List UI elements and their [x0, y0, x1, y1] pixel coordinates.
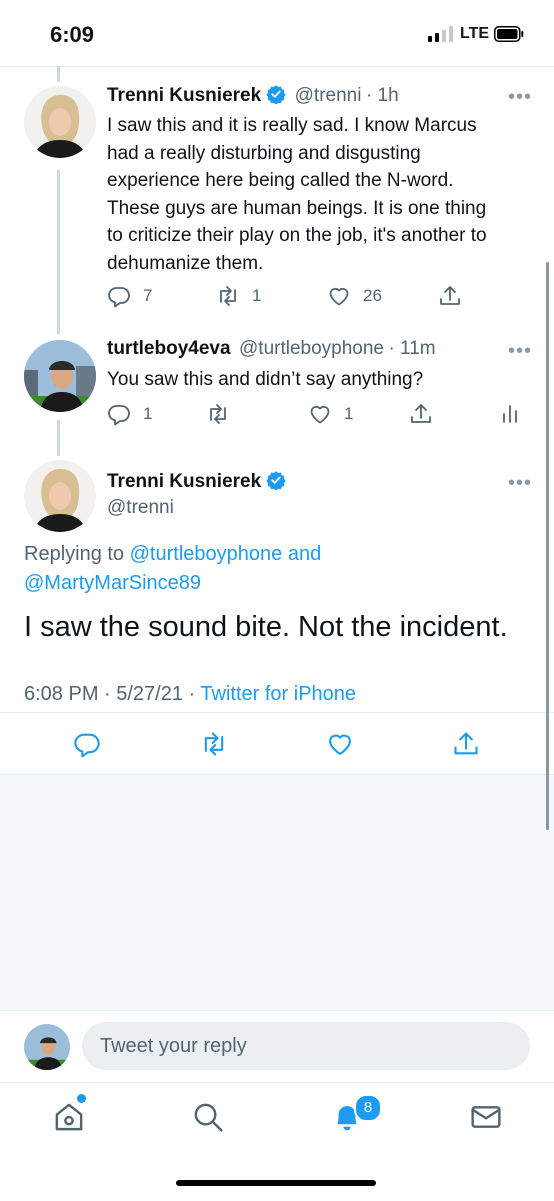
retweet-icon: [220, 286, 236, 306]
author-name[interactable]: Trenni Kusnierek: [107, 471, 261, 492]
retweet-button[interactable]: [206, 402, 242, 426]
like-button[interactable]: [326, 730, 354, 758]
author-name[interactable]: turtleboy4eva: [107, 338, 231, 359]
retweet-count: 1: [252, 286, 262, 305]
like-count: 1: [344, 404, 354, 423]
reply-count: 1: [143, 404, 153, 423]
share-icon: [411, 404, 431, 423]
more-options-icon[interactable]: •••: [508, 86, 532, 109]
retweet-button[interactable]: [200, 730, 228, 758]
author-handle[interactable]: @turtleboyphone: [239, 338, 384, 359]
heart-icon: [329, 287, 349, 306]
tweet-time: · 11m: [388, 338, 436, 359]
share-button[interactable]: [452, 730, 480, 758]
home-icon: [55, 1103, 83, 1131]
verified-badge-icon: [266, 470, 286, 490]
network-label: LTE: [460, 25, 490, 42]
tweet-header: turtleboy4eva @turtleboyphone · 11m: [107, 338, 436, 360]
reply-button[interactable]: 1: [107, 402, 152, 426]
header-divider: [0, 66, 554, 67]
tab-search[interactable]: [191, 1100, 225, 1134]
verified-badge-icon: [266, 84, 286, 104]
mention-link[interactable]: @MartyMarSince89: [24, 572, 201, 594]
tweet-header: Trenni Kusnierek @trenni · 1h: [107, 84, 399, 107]
main-author: Trenni Kusnierek: [107, 470, 286, 493]
main-tweet-text: I saw the sound bite. Not the incident.: [24, 611, 508, 643]
tweet-text: I saw this and it is really sad. I know …: [107, 115, 487, 274]
home-indicator: [176, 1180, 376, 1186]
user-avatar[interactable]: [24, 1024, 70, 1070]
tweet-source-link[interactable]: Twitter for iPhone: [200, 683, 356, 705]
like-button[interactable]: 26: [327, 284, 382, 308]
more-options-icon[interactable]: •••: [508, 472, 532, 495]
share-icon: [454, 732, 478, 755]
share-icon: [440, 286, 460, 305]
tweet-timestamp: 6:08 PM · 5/27/21 ·: [24, 683, 201, 705]
heart-icon: [310, 405, 330, 424]
thread-line: [57, 420, 60, 456]
tweet-text: You saw this and didn’t say anything?: [107, 369, 424, 390]
tab-home[interactable]: [52, 1100, 86, 1134]
signal-icon: [428, 26, 454, 42]
more-options-icon[interactable]: •••: [508, 340, 532, 363]
status-time: 6:09: [50, 22, 95, 47]
analytics-button[interactable]: [498, 402, 534, 426]
replying-to: Replying to @turtleboyphone and @MartyMa…: [24, 543, 322, 594]
reply-input[interactable]: Tweet your reply: [82, 1022, 530, 1070]
author-name[interactable]: Trenni Kusnierek: [107, 85, 261, 106]
reply-icon: [74, 733, 100, 758]
avatar[interactable]: [24, 460, 96, 532]
reply-icon: [108, 287, 130, 308]
thread-line: [57, 66, 60, 82]
battery-icon: [494, 26, 524, 42]
new-content-dot: [77, 1094, 86, 1103]
empty-replies-area: [0, 774, 554, 1011]
thread-line: [57, 170, 60, 334]
reply-icon: [108, 405, 130, 426]
search-icon: [194, 1103, 223, 1132]
like-count: 26: [363, 286, 382, 305]
divider: [0, 712, 554, 713]
share-button[interactable]: [438, 284, 474, 308]
tab-messages[interactable]: [469, 1100, 503, 1134]
retweet-button[interactable]: 1: [216, 284, 261, 308]
author-handle[interactable]: @trenni: [295, 85, 362, 106]
retweet-icon: [210, 404, 226, 424]
notification-badge: 8: [354, 1094, 382, 1122]
reply-button[interactable]: [73, 730, 101, 758]
reply-count: 7: [143, 286, 153, 305]
avatar[interactable]: [24, 86, 96, 158]
like-button[interactable]: 1: [308, 402, 353, 426]
heart-icon: [329, 734, 351, 755]
tweet-time: · 1h: [365, 85, 399, 106]
scrollbar[interactable]: [546, 262, 549, 830]
mention-link[interactable]: @turtleboyphone: [130, 543, 283, 565]
tweet-meta: 6:08 PM · 5/27/21 · Twitter for iPhone: [24, 683, 356, 706]
author-handle[interactable]: @trenni: [107, 497, 174, 519]
avatar[interactable]: [24, 340, 96, 412]
analytics-icon: [503, 405, 517, 423]
mail-icon: [471, 1106, 501, 1128]
reply-button[interactable]: 7: [107, 284, 152, 308]
retweet-icon: [204, 732, 224, 756]
share-button[interactable]: [409, 402, 445, 426]
